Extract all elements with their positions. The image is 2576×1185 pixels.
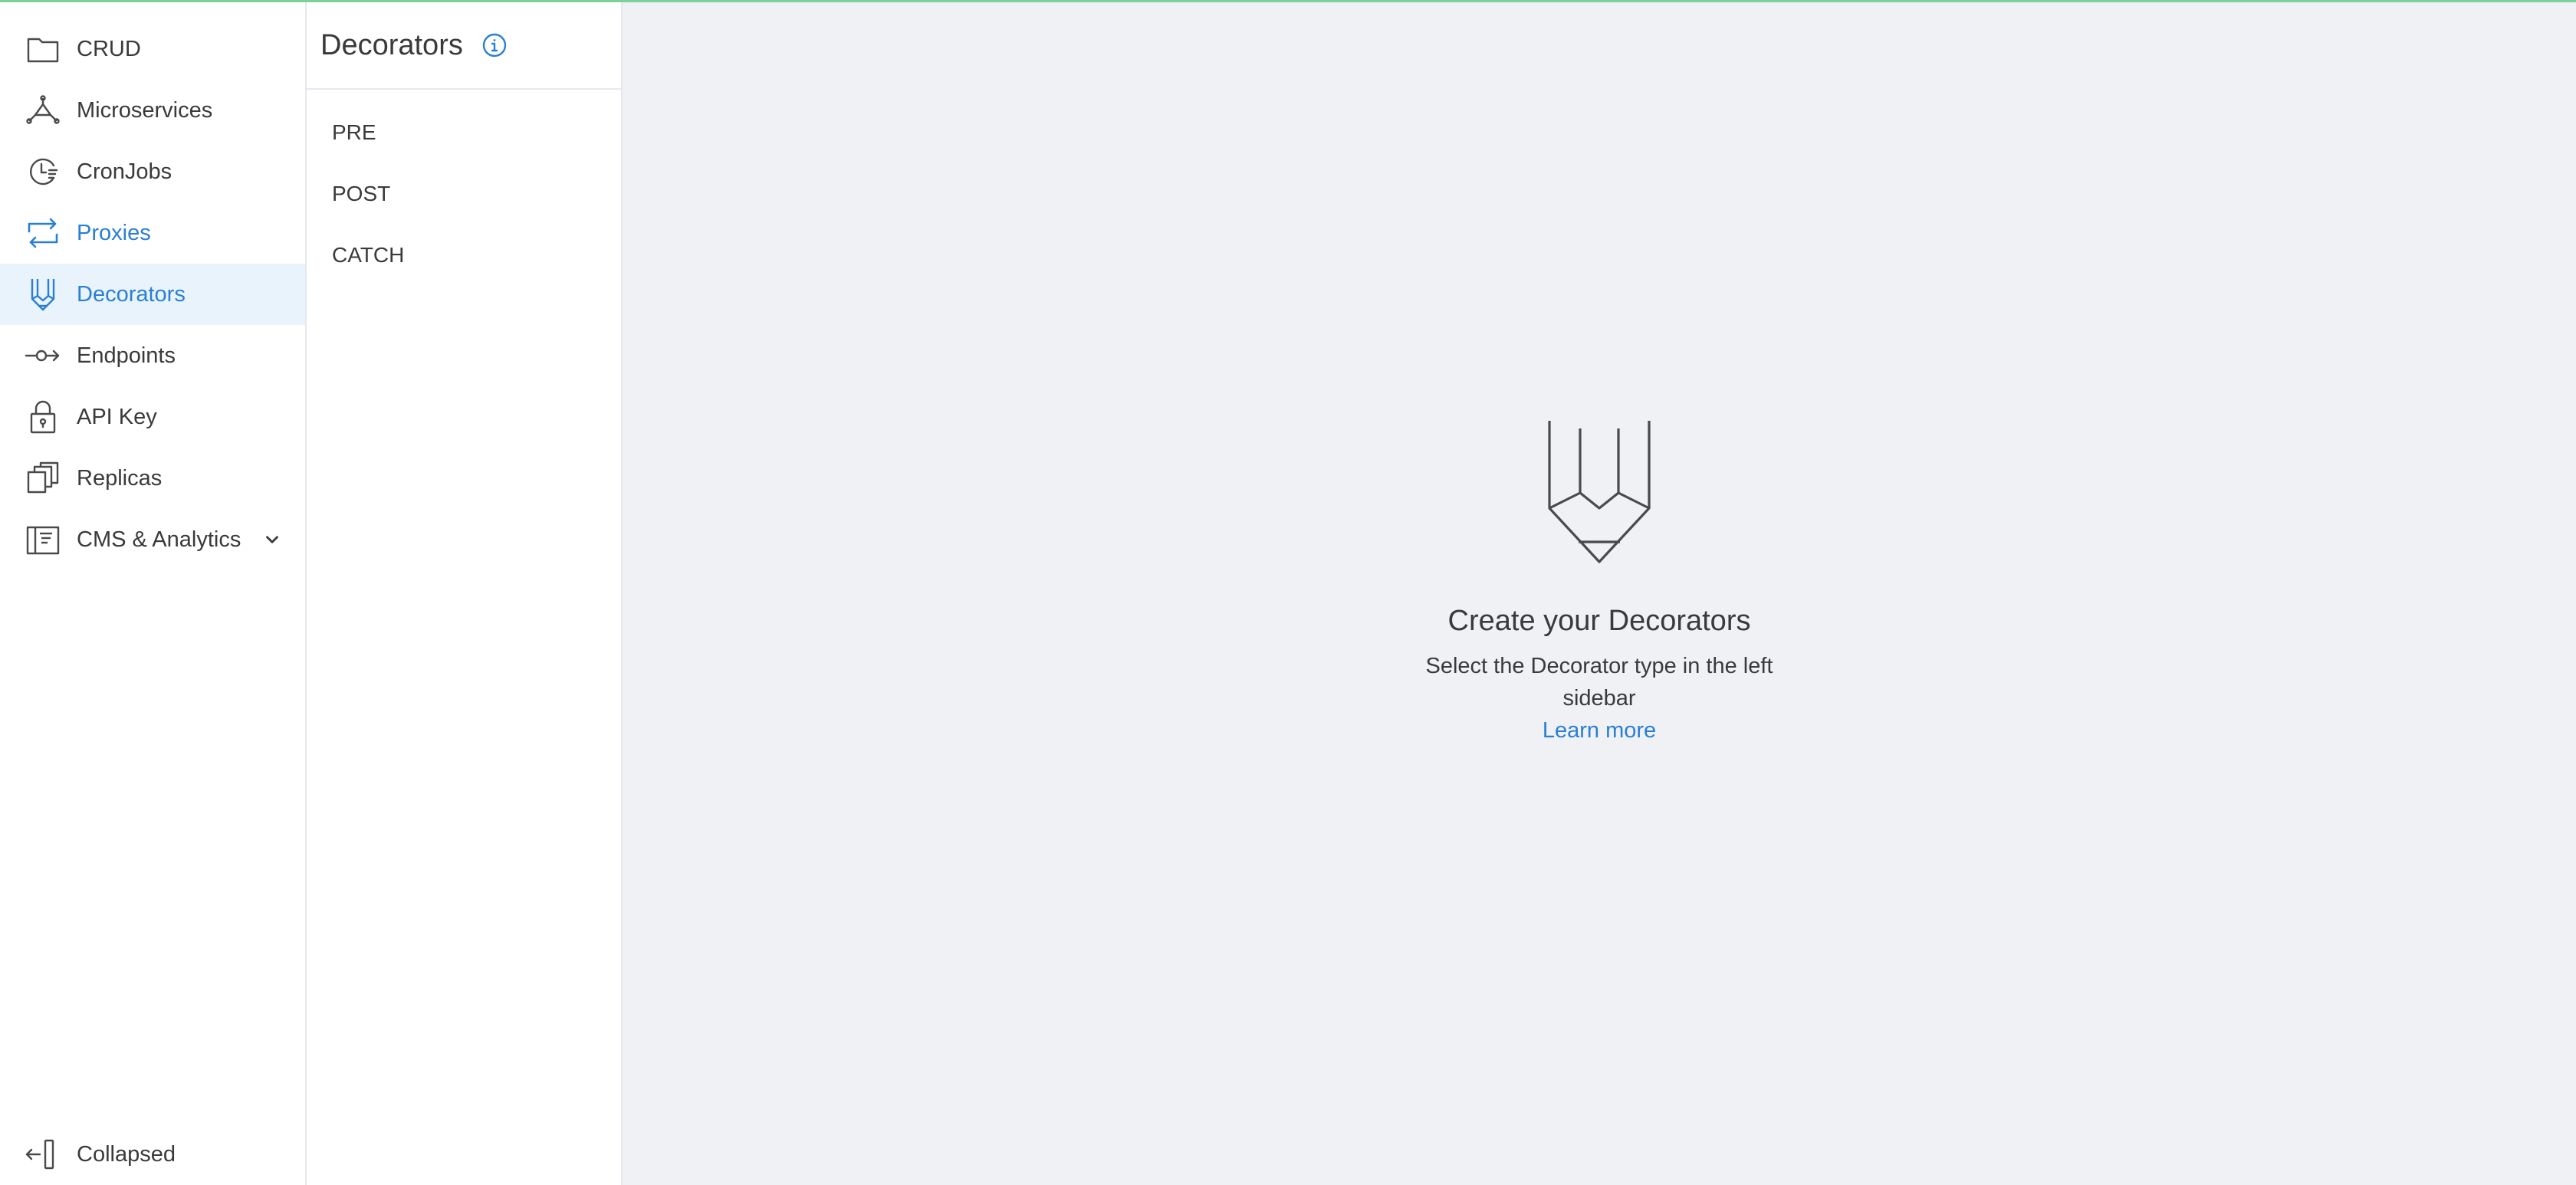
sidebar-collapse-toggle[interactable]: Collapsed <box>0 1124 305 1185</box>
sidebar-item-cronjobs[interactable]: CronJobs <box>0 141 305 202</box>
main-sidebar: CRUD Microservices CronJobs Proxies Deco… <box>0 2 307 1185</box>
sidebar-item-api-key[interactable]: API Key <box>0 386 305 448</box>
sidebar-nav-list: CRUD Microservices CronJobs Proxies Deco… <box>0 2 305 570</box>
proxy-arrows-icon <box>25 215 61 251</box>
sidebar-item-microservices[interactable]: Microservices <box>0 80 305 141</box>
sidebar-item-label: CRUD <box>77 36 141 61</box>
collapse-label: Collapsed <box>77 1141 176 1167</box>
decorator-type-post[interactable]: POST <box>307 163 621 225</box>
decorator-icon <box>25 276 61 313</box>
sidebar-item-label: Proxies <box>77 220 151 245</box>
page-title: Decorators <box>320 28 463 61</box>
sidebar-item-label: CronJobs <box>77 159 172 184</box>
endpoint-icon <box>25 337 61 374</box>
sidebar-item-endpoints[interactable]: Endpoints <box>0 325 305 386</box>
decorator-type-catch[interactable]: CATCH <box>307 225 621 286</box>
empty-state-title: Create your Decorators <box>1447 605 1751 637</box>
collapse-icon <box>25 1136 61 1173</box>
folder-icon <box>25 31 61 67</box>
sidebar-item-label: Endpoints <box>77 343 176 368</box>
learn-more-link[interactable]: Learn more <box>1543 714 1656 747</box>
sidebar-item-label: CMS & Analytics <box>77 527 242 552</box>
main-content: Create your Decorators Select the Decora… <box>623 2 2576 1185</box>
sidebar-item-cms-analytics[interactable]: CMS & Analytics <box>0 509 305 570</box>
decorator-icon <box>1548 421 1651 563</box>
sidebar-item-label: Replicas <box>77 465 163 491</box>
decorators-panel: Decorators PRE POST CATCH <box>307 2 623 1185</box>
chevron-down-icon[interactable] <box>262 530 282 550</box>
empty-state-description: Select the Decorator type in the left si… <box>1425 654 1773 711</box>
microservices-icon <box>25 92 61 129</box>
sidebar-item-decorators[interactable]: Decorators <box>0 264 305 325</box>
lock-icon <box>25 399 61 435</box>
sidebar-item-label: Microservices <box>77 97 213 123</box>
decorator-type-list: PRE POST CATCH <box>307 90 621 286</box>
cms-icon <box>25 521 61 558</box>
sidebar-item-label: API Key <box>77 404 157 429</box>
clock-icon <box>25 153 61 190</box>
sidebar-item-replicas[interactable]: Replicas <box>0 448 305 509</box>
copy-icon <box>25 460 61 497</box>
decorator-type-pre[interactable]: PRE <box>307 102 621 163</box>
sidebar-item-label: Decorators <box>77 281 186 307</box>
empty-state: Create your Decorators Select the Decora… <box>1400 419 1799 747</box>
app-shell: CRUD Microservices CronJobs Proxies Deco… <box>0 2 2576 1185</box>
info-icon[interactable] <box>481 32 508 58</box>
decorators-panel-header: Decorators <box>307 2 621 90</box>
sidebar-item-proxies[interactable]: Proxies <box>0 202 305 264</box>
sidebar-item-crud[interactable]: CRUD <box>0 18 305 80</box>
